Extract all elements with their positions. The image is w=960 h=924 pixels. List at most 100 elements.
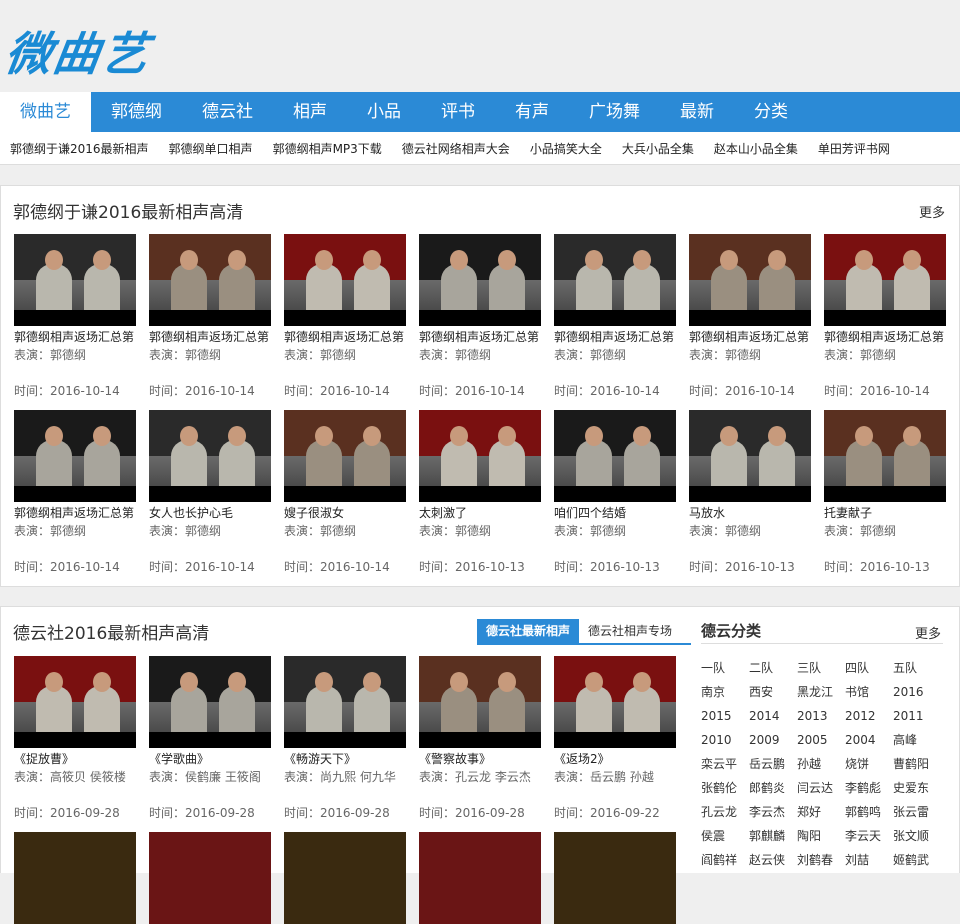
video-card[interactable]: 郭德纲相声返场汇总第 表演：郭德纲 时间：2016-10-14 xyxy=(689,234,811,400)
video-title[interactable]: 咱们四个结婚 xyxy=(554,504,676,522)
video-card[interactable]: 郭德纲相声返场汇总第 表演：郭德纲 时间：2016-10-14 xyxy=(824,234,946,400)
category-link[interactable]: 张鹤伦 xyxy=(701,779,749,797)
category-link[interactable]: 2005 xyxy=(797,731,845,749)
category-link[interactable]: 南京 xyxy=(701,683,749,701)
category-link[interactable]: 2014 xyxy=(749,707,797,725)
video-thumbnail[interactable] xyxy=(284,656,406,748)
category-link[interactable]: 西安 xyxy=(749,683,797,701)
category-link[interactable]: 史爱东 xyxy=(893,779,941,797)
nav-item-home[interactable]: 微曲艺 xyxy=(0,92,91,132)
video-thumbnail[interactable] xyxy=(419,832,541,924)
video-title[interactable]: 《捉放曹》 xyxy=(14,750,136,768)
video-card[interactable]: 郭德纲相声返场汇总第 表演：郭德纲 时间：2016-10-14 xyxy=(149,234,271,400)
nav-item-yousheng[interactable]: 有声 xyxy=(495,92,569,132)
video-thumbnail[interactable] xyxy=(419,656,541,748)
subnav-link[interactable]: 郭德纲单口相声 xyxy=(169,140,253,157)
category-link[interactable]: 张文顺 xyxy=(893,827,941,845)
video-title[interactable]: 女人也长护心毛 xyxy=(149,504,271,522)
video-thumbnail[interactable] xyxy=(824,410,946,502)
category-link[interactable]: 2015 xyxy=(701,707,749,725)
category-link[interactable]: 五队 xyxy=(893,659,941,677)
category-link[interactable]: 郭麒麟 xyxy=(749,827,797,845)
category-link[interactable]: 陶阳 xyxy=(797,827,845,845)
tab-xiangsheng-special[interactable]: 德云社相声专场 xyxy=(579,619,681,643)
video-title[interactable]: 郭德纲相声返场汇总第 xyxy=(284,328,406,346)
nav-item-xiaopin[interactable]: 小品 xyxy=(347,92,421,132)
category-link[interactable]: 曹鹤阳 xyxy=(893,755,941,773)
video-title[interactable]: 郭德纲相声返场汇总第 xyxy=(824,328,946,346)
category-link[interactable]: 张云雷 xyxy=(893,803,941,821)
video-title[interactable]: 郭德纲相声返场汇总第 xyxy=(149,328,271,346)
category-link[interactable]: 2004 xyxy=(845,731,893,749)
category-more-link[interactable]: 更多 xyxy=(915,623,941,642)
category-link[interactable]: 书馆 xyxy=(845,683,893,701)
video-thumbnail[interactable] xyxy=(419,234,541,326)
category-link[interactable]: 2009 xyxy=(749,731,797,749)
video-card[interactable]: 《警察故事》 表演：孔云龙 李云杰 时间：2016-09-28 xyxy=(419,656,541,822)
video-title[interactable]: 郭德纲相声返场汇总第 xyxy=(419,328,541,346)
category-link[interactable]: 李云杰 xyxy=(749,803,797,821)
category-link[interactable]: 三队 xyxy=(797,659,845,677)
video-title[interactable]: 《畅游天下》 xyxy=(284,750,406,768)
category-link[interactable]: 李云天 xyxy=(845,827,893,845)
category-link[interactable]: 高峰 xyxy=(893,731,941,749)
video-card[interactable]: 郭德纲相声返场汇总第 表演：郭德纲 时间：2016-10-14 xyxy=(554,234,676,400)
category-link[interactable]: 赵云侠 xyxy=(749,851,797,869)
category-link[interactable]: 2013 xyxy=(797,707,845,725)
video-thumbnail[interactable] xyxy=(284,234,406,326)
video-card[interactable]: 郭德纲相声返场汇总第 表演：郭德纲 时间：2016-10-14 xyxy=(419,234,541,400)
subnav-link[interactable]: 大兵小品全集 xyxy=(622,140,694,157)
category-link[interactable]: 栾云平 xyxy=(701,755,749,773)
video-card[interactable]: 太刺激了 表演：郭德纲 时间：2016-10-13 xyxy=(419,410,541,576)
more-link[interactable]: 更多 xyxy=(919,202,945,221)
video-card[interactable]: 《捉放曹》 表演：高筱贝 侯筱楼 时间：2016-09-28 xyxy=(14,656,136,822)
video-title[interactable]: 《警察故事》 xyxy=(419,750,541,768)
category-link[interactable]: 闫云达 xyxy=(797,779,845,797)
video-thumbnail[interactable] xyxy=(689,410,811,502)
video-thumbnail[interactable] xyxy=(149,234,271,326)
category-link[interactable]: 2010 xyxy=(701,731,749,749)
video-title[interactable]: 马放水 xyxy=(689,504,811,522)
video-title[interactable]: 《学歌曲》 xyxy=(149,750,271,768)
nav-item-xiangsheng[interactable]: 相声 xyxy=(273,92,347,132)
category-link[interactable]: 2011 xyxy=(893,707,941,725)
video-thumbnail[interactable] xyxy=(554,234,676,326)
subnav-link[interactable]: 单田芳评书网 xyxy=(818,140,890,157)
video-thumbnail[interactable] xyxy=(14,656,136,748)
video-thumbnail[interactable] xyxy=(824,234,946,326)
video-title[interactable]: 郭德纲相声返场汇总第 xyxy=(14,504,136,522)
category-link[interactable]: 阎鹤祥 xyxy=(701,851,749,869)
category-link[interactable]: 孙越 xyxy=(797,755,845,773)
video-card[interactable]: 托妻献子 表演：郭德纲 时间：2016-10-13 xyxy=(824,410,946,576)
video-thumbnail[interactable] xyxy=(554,656,676,748)
category-link[interactable]: 孔云龙 xyxy=(701,803,749,821)
video-card[interactable]: 郭德纲相声返场汇总第 表演：郭德纲 时间：2016-10-14 xyxy=(14,410,136,576)
subnav-link[interactable]: 德云社网络相声大会 xyxy=(402,140,510,157)
nav-item-pingshu[interactable]: 评书 xyxy=(421,92,495,132)
subnav-link[interactable]: 郭德纲于谦2016最新相声 xyxy=(10,140,149,157)
category-link[interactable]: 2016 xyxy=(893,683,941,701)
video-title[interactable]: 托妻献子 xyxy=(824,504,946,522)
video-title[interactable]: 嫂子很淑女 xyxy=(284,504,406,522)
category-link[interactable]: 李鹤彪 xyxy=(845,779,893,797)
category-link[interactable]: 刘鹤春 xyxy=(797,851,845,869)
site-logo[interactable]: 微曲艺 xyxy=(1,18,154,84)
video-thumbnail[interactable] xyxy=(689,234,811,326)
category-link[interactable]: 刘喆 xyxy=(845,851,893,869)
category-link[interactable]: 姬鹤武 xyxy=(893,851,941,869)
video-thumbnail[interactable] xyxy=(14,832,136,924)
video-card[interactable]: 《返场2》 表演：岳云鹏 孙越 时间：2016-09-22 xyxy=(554,656,676,822)
video-thumbnail[interactable] xyxy=(284,410,406,502)
tab-latest-xiangsheng[interactable]: 德云社最新相声 xyxy=(477,619,580,643)
subnav-link[interactable]: 小品搞笑大全 xyxy=(530,140,602,157)
category-link[interactable]: 郎鹤炎 xyxy=(749,779,797,797)
category-link[interactable]: 黑龙江 xyxy=(797,683,845,701)
video-thumbnail[interactable] xyxy=(149,410,271,502)
nav-item-deyunshe[interactable]: 德云社 xyxy=(182,92,273,132)
video-title[interactable]: 郭德纲相声返场汇总第 xyxy=(14,328,136,346)
category-link[interactable]: 郑好 xyxy=(797,803,845,821)
video-thumbnail[interactable] xyxy=(149,832,271,924)
category-link[interactable]: 侯震 xyxy=(701,827,749,845)
subnav-link[interactable]: 赵本山小品全集 xyxy=(714,140,798,157)
video-card[interactable]: 郭德纲相声返场汇总第 表演：郭德纲 时间：2016-10-14 xyxy=(284,234,406,400)
